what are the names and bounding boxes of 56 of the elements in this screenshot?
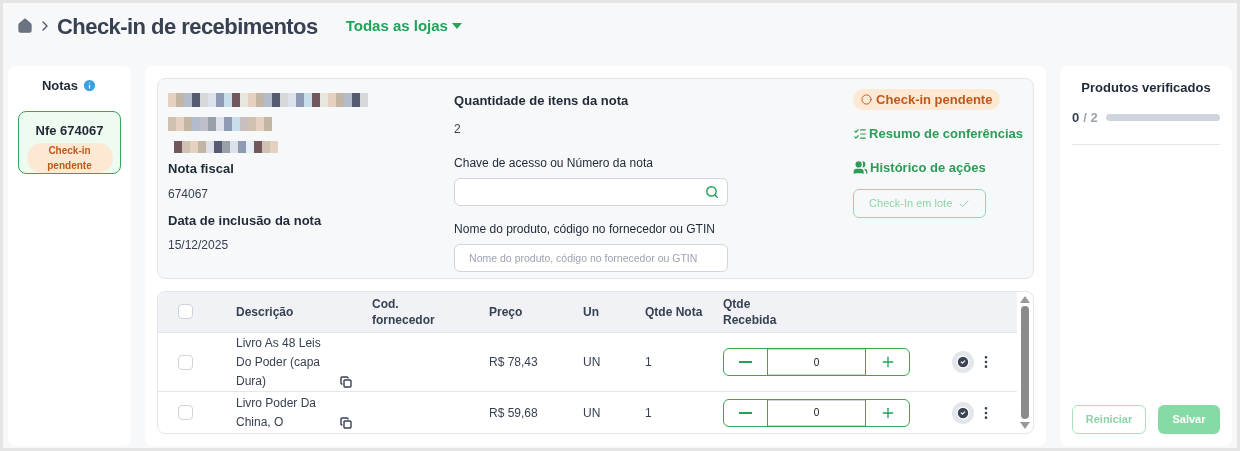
search-icon[interactable]: [705, 184, 720, 199]
column-header: Un: [583, 303, 600, 320]
column-header: Qtde Recebida: [723, 295, 778, 328]
status-badge: Check-in pendente: [26, 143, 113, 173]
field-label: Data de inclusão da nota: [168, 211, 323, 230]
caret-icon: [451, 23, 462, 29]
checkbox[interactable]: [178, 304, 193, 320]
store-dropdown[interactable]: Todas as lojas: [345, 14, 462, 38]
note-number: Nfe 674067: [35, 121, 104, 140]
field-label: Nome do produto, código no fornecedor ou GTIN: [454, 220, 716, 238]
column-header: Qtde Nota: [645, 303, 704, 320]
search-field[interactable]: [454, 177, 729, 206]
home-icon[interactable]: [17, 18, 33, 34]
circle-icon: [861, 94, 873, 105]
minus-icon: [739, 361, 752, 363]
product-description: Livro As 48 Leis Do Poder (capa Dura): [236, 334, 322, 390]
panel-title: Produtos verificados: [1080, 79, 1212, 97]
action-link[interactable]: Histórico de ações: [853, 157, 986, 177]
checkbox[interactable]: [178, 354, 193, 370]
qty-cell-text: 1: [645, 404, 653, 422]
users-icon: [853, 159, 869, 175]
price-cell-text: R$ 59,68: [489, 404, 539, 422]
check-circle-icon[interactable]: [956, 405, 970, 420]
copy-icon[interactable]: [340, 375, 352, 388]
info-icon[interactable]: [82, 78, 98, 94]
unit-cell-text: UN: [583, 404, 602, 422]
column-header: Descrição: [236, 303, 295, 320]
checklist-icon: [853, 126, 868, 141]
note-card[interactable]: Nfe 674067 Check-in pendente: [18, 110, 121, 174]
action-link[interactable]: Resumo de conferências: [853, 124, 1023, 144]
minus-icon: [739, 411, 752, 414]
qty-cell-text: 1: [645, 354, 653, 371]
quantity-field[interactable]: 0: [768, 349, 865, 375]
field-value: 15/12/2025: [168, 237, 230, 254]
column-header: Cod. fornecedor: [372, 295, 436, 328]
field-label: Quantidade de itens da nota: [454, 92, 630, 110]
product-search-field[interactable]: Nome do produto, código no fornecedor ou GTIN: [454, 243, 729, 272]
scroll-up-icon[interactable]: [1020, 296, 1030, 303]
product-description: Livro Poder Da China, O: [236, 394, 318, 431]
field-label: Nota fiscal: [168, 160, 235, 178]
panel-title: Notas: [41, 77, 79, 95]
unit-cell-text: UN: [583, 354, 602, 371]
check-circle-icon[interactable]: [956, 355, 970, 369]
verified-count: 0: [1072, 108, 1080, 127]
field-label: Chave de acesso ou Número da nota: [454, 154, 654, 172]
checkbox[interactable]: [178, 405, 193, 421]
field-value: 2: [454, 120, 462, 138]
total-count: / 2: [1083, 108, 1098, 127]
quantity-field[interactable]: 0: [768, 399, 865, 426]
page-title: Check-in de recebimentos: [57, 12, 318, 41]
field-value: 674067: [168, 185, 210, 203]
copy-icon[interactable]: [340, 416, 352, 429]
column-header: Preço: [489, 303, 524, 320]
status-badge: Check-in pendente: [853, 89, 1001, 110]
scroll-down-icon[interactable]: [1020, 422, 1030, 429]
price-cell-text: R$ 78,43: [489, 354, 539, 371]
